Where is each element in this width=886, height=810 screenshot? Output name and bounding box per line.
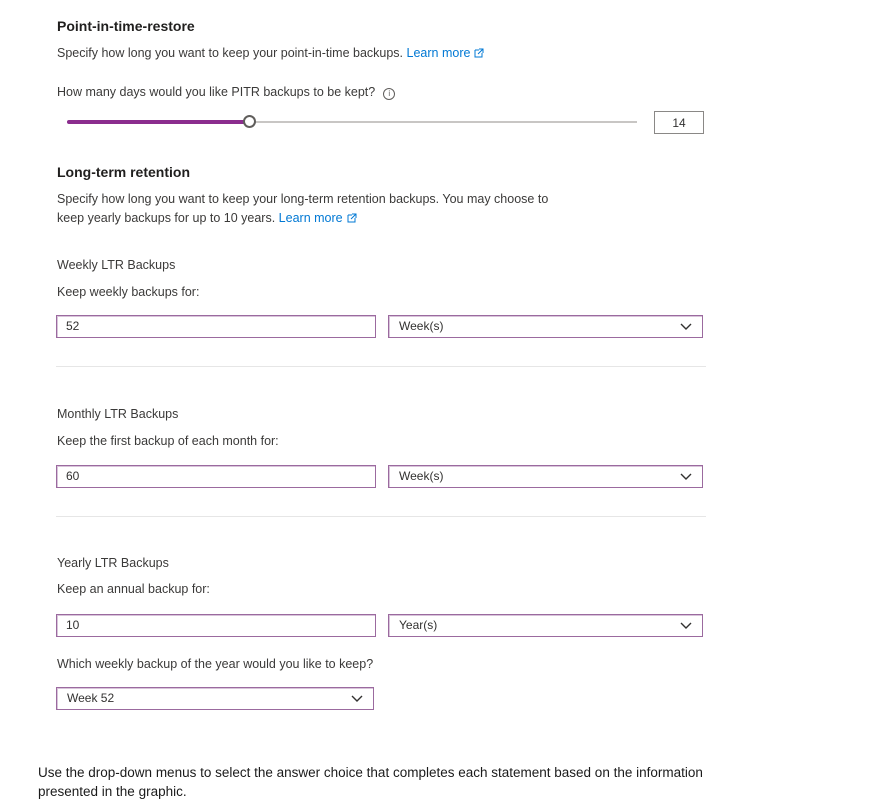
instructions: Use the drop-down menus to select the an… <box>38 763 703 801</box>
yearly-week-question: Which weekly backup of the year would yo… <box>57 657 374 671</box>
monthly-unit-select[interactable]: Week(s) <box>388 465 703 488</box>
ltr-description: Specify how long you want to keep your l… <box>57 190 548 228</box>
external-link-icon <box>347 213 357 223</box>
divider <box>56 366 706 367</box>
weekly-unit-select[interactable]: Week(s) <box>388 315 703 338</box>
ltr-title: Long-term retention <box>57 164 190 180</box>
yearly-label: Keep an annual backup for: <box>57 582 210 596</box>
weekly-heading: Weekly LTR Backups <box>57 258 176 272</box>
instructions-line1: Use the drop-down menus to select the an… <box>38 765 703 780</box>
yearly-heading: Yearly LTR Backups <box>57 556 169 570</box>
monthly-value-input[interactable]: 60 <box>56 465 376 488</box>
monthly-unit-value: Week(s) <box>399 469 444 483</box>
weekly-label: Keep weekly backups for: <box>57 285 200 299</box>
pitr-slider[interactable] <box>67 112 637 132</box>
yearly-week-select[interactable]: Week 52 <box>56 687 374 710</box>
pitr-question-text: How many days would you like PITR backup… <box>57 85 376 99</box>
yearly-week-value: Week 52 <box>67 691 115 705</box>
pitr-description: Specify how long you want to keep your p… <box>57 44 484 63</box>
slider-fill <box>67 120 249 124</box>
chevron-down-icon <box>680 323 692 330</box>
ltr-description-line2: keep yearly backups for up to 10 years. … <box>57 209 548 228</box>
chevron-down-icon <box>680 473 692 480</box>
pitr-learn-more-label: Learn more <box>406 46 471 60</box>
monthly-label: Keep the first backup of each month for: <box>57 434 279 448</box>
ltr-description-line1: Specify how long you want to keep your l… <box>57 192 549 206</box>
pitr-description-text: Specify how long you want to keep your p… <box>57 46 404 60</box>
yearly-unit-select[interactable]: Year(s) <box>388 614 703 637</box>
slider-thumb[interactable] <box>243 115 256 128</box>
instructions-line2: presented in the graphic. <box>38 784 187 799</box>
yearly-unit-value: Year(s) <box>399 618 438 632</box>
yearly-value-input[interactable]: 10 <box>56 614 376 637</box>
ltr-learn-more-link[interactable]: Learn more <box>279 211 357 225</box>
weekly-unit-value: Week(s) <box>399 319 444 333</box>
weekly-value-input[interactable]: 52 <box>56 315 376 338</box>
external-link-icon <box>474 48 484 58</box>
divider <box>56 516 706 517</box>
pitr-days-input[interactable]: 14 <box>654 111 704 134</box>
ltr-learn-more-label: Learn more <box>278 211 343 225</box>
pitr-learn-more-link[interactable]: Learn more <box>407 46 485 60</box>
ltr-description-line2-text: keep yearly backups for up to 10 years. <box>57 211 276 225</box>
chevron-down-icon <box>351 695 363 702</box>
pitr-title: Point-in-time-restore <box>57 18 195 34</box>
chevron-down-icon <box>680 622 692 629</box>
monthly-heading: Monthly LTR Backups <box>57 407 179 421</box>
pitr-question: How many days would you like PITR backup… <box>57 85 396 100</box>
info-icon[interactable]: i <box>383 88 396 100</box>
